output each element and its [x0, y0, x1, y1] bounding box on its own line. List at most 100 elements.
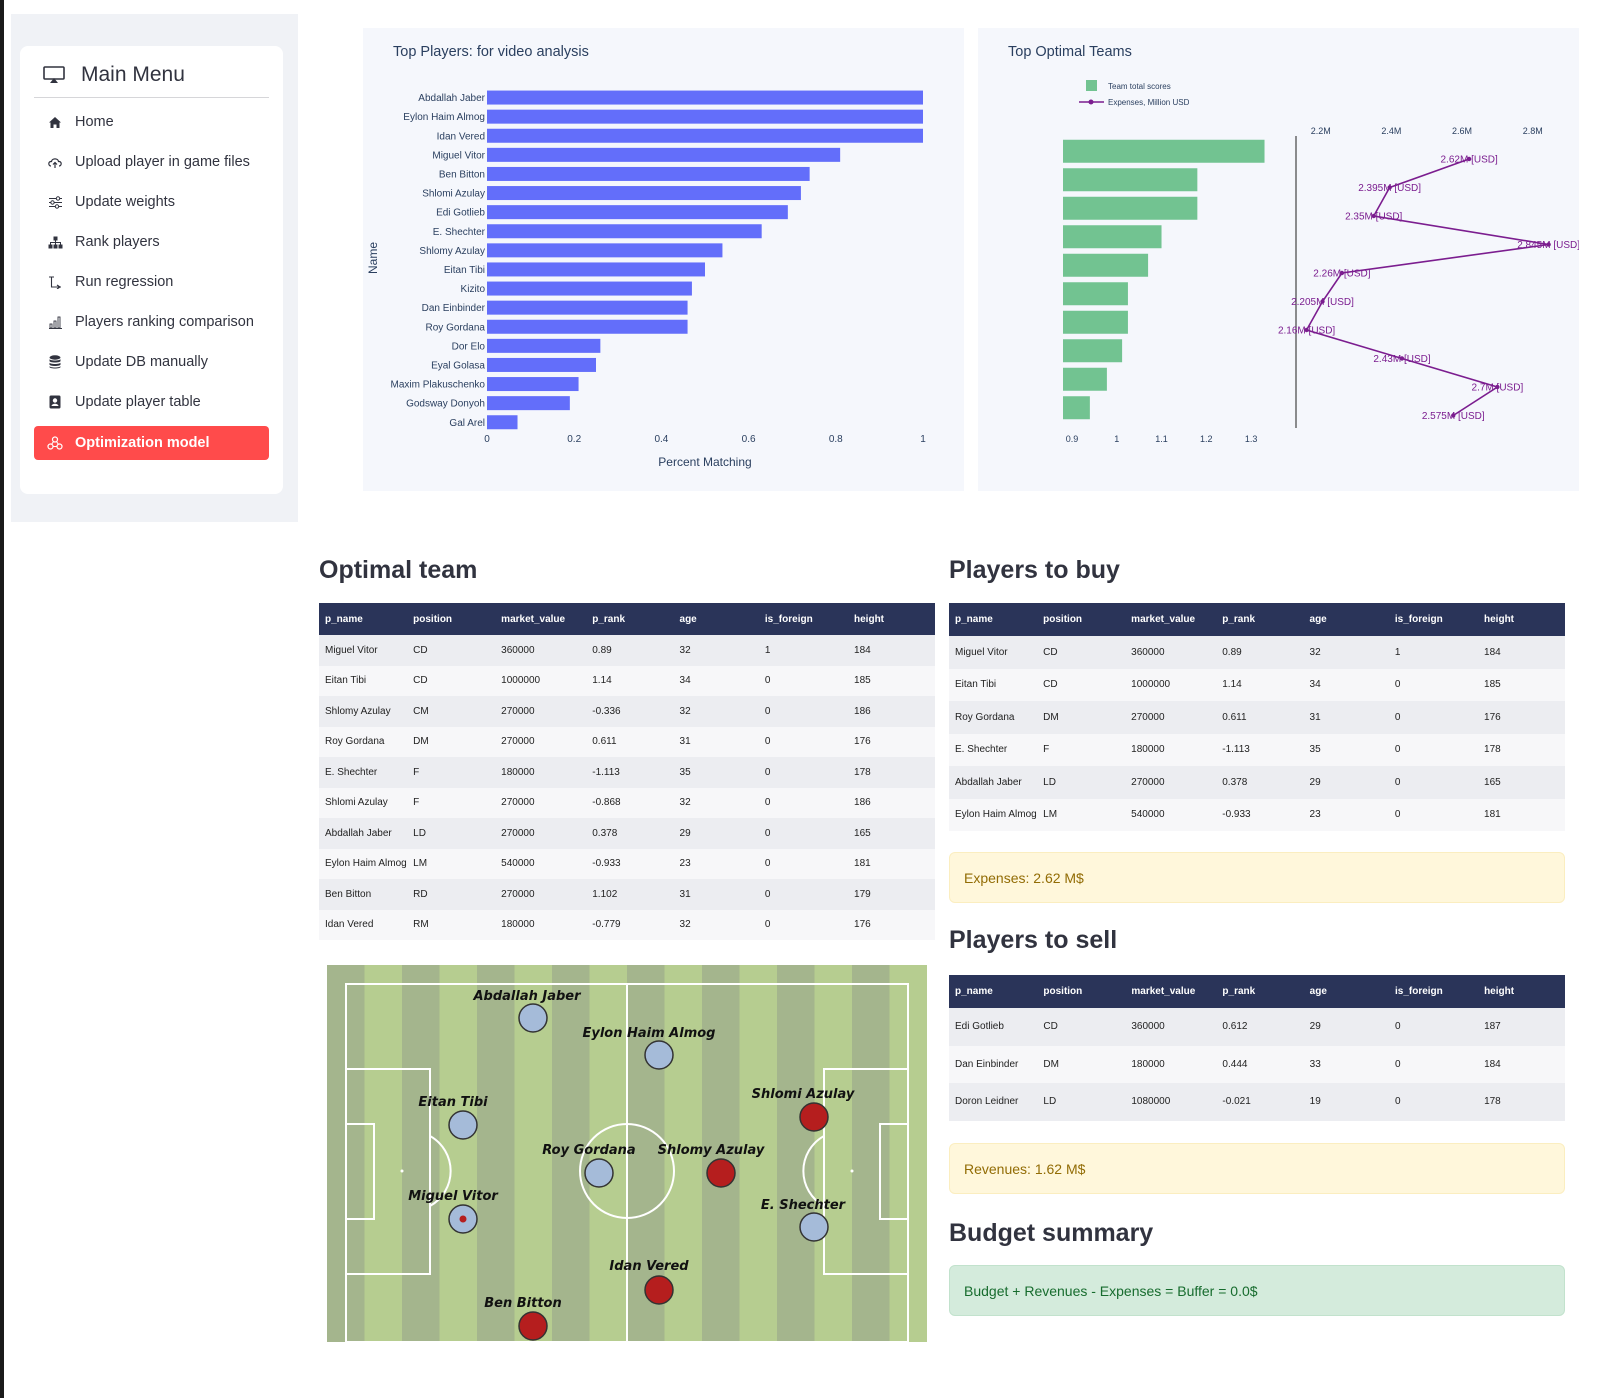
column-header[interactable]: height — [1478, 975, 1565, 1008]
team-score-bar[interactable] — [1063, 196, 1198, 220]
table-cell: Roy Gordana — [949, 701, 1038, 734]
column-header[interactable]: position — [1037, 975, 1126, 1008]
column-header[interactable]: p_name — [949, 975, 1038, 1008]
menu-item-run-regression[interactable]: Run regression — [34, 265, 269, 299]
bar[interactable] — [487, 338, 601, 353]
column-header[interactable]: position — [407, 603, 496, 635]
table-cell: 181 — [848, 848, 935, 879]
bar[interactable] — [487, 415, 518, 430]
menu-item-upload-player[interactable]: Upload player in game files — [34, 145, 269, 179]
bar[interactable] — [487, 396, 570, 411]
column-header[interactable]: is_foreign — [1388, 975, 1479, 1008]
player-marker[interactable] — [518, 1311, 548, 1341]
column-header[interactable]: market_value — [1125, 603, 1217, 636]
column-header[interactable]: p_rank — [586, 603, 674, 635]
table-cell: LD — [407, 818, 496, 849]
player-marker[interactable] — [644, 1040, 674, 1070]
team-score-bar[interactable] — [1063, 282, 1128, 306]
player-marker[interactable] — [799, 1212, 829, 1242]
bar[interactable] — [487, 147, 841, 162]
bar[interactable] — [487, 300, 688, 315]
column-header[interactable]: height — [1478, 603, 1565, 636]
bar[interactable] — [487, 109, 923, 124]
menu-item-update-weights[interactable]: Update weights — [34, 185, 269, 219]
column-header[interactable]: is_foreign — [758, 603, 849, 635]
bar[interactable] — [487, 128, 923, 143]
player-marker[interactable] — [706, 1158, 736, 1188]
player-marker[interactable] — [584, 1158, 614, 1188]
table-row: Ben Bitton RD 270000 1.102 31 0 179 — [319, 879, 935, 910]
table-row: E. Shechter F 180000 -1.113 35 0 178 — [949, 733, 1565, 766]
column-header[interactable]: height — [848, 603, 935, 635]
table-cell: 1 — [1388, 636, 1479, 669]
column-header[interactable]: age — [1303, 603, 1389, 636]
bar[interactable] — [487, 90, 923, 105]
expense-label: 2.35M [USD] — [1345, 212, 1402, 223]
column-header[interactable]: p_name — [319, 603, 408, 635]
menu-item-label: Update player table — [75, 394, 201, 410]
team-score-bar[interactable] — [1063, 139, 1265, 163]
player-marker[interactable] — [518, 1003, 548, 1033]
display-icon — [43, 66, 65, 83]
team-score-bar[interactable] — [1063, 396, 1090, 420]
player-name-label: Roy Gordana — [542, 1143, 635, 1158]
player-marker[interactable] — [448, 1110, 478, 1140]
bar[interactable] — [487, 262, 705, 277]
table-cell: 180000 — [1125, 733, 1217, 766]
y-tick-label: Kizito — [461, 284, 486, 295]
table-cell: 179 — [848, 879, 935, 910]
menu-item-ranking-comparison[interactable]: Players ranking comparison — [34, 305, 269, 339]
table-cell: 178 — [1478, 733, 1565, 766]
table-cell: 0.611 — [586, 726, 674, 757]
player-marker[interactable] — [644, 1275, 674, 1305]
y-tick-label: Eitan Tibi — [444, 265, 485, 276]
bar[interactable] — [487, 224, 762, 239]
bar[interactable] — [487, 357, 596, 372]
menu-item-rank-players[interactable]: Rank players — [34, 225, 269, 259]
table-row: Miguel Vitor CD 360000 0.89 32 1 184 — [319, 635, 935, 666]
table-cell: 23 — [1303, 798, 1389, 831]
team-score-bar[interactable] — [1063, 310, 1128, 334]
bar[interactable] — [487, 377, 579, 392]
player-marker[interactable] — [799, 1102, 829, 1132]
bar[interactable] — [487, 281, 692, 296]
table-cell: 184 — [1478, 636, 1565, 669]
menu-item-label: Update DB manually — [75, 354, 208, 370]
bar[interactable] — [487, 166, 810, 181]
column-header[interactable]: position — [1037, 603, 1126, 636]
table-cell: CD — [407, 635, 496, 666]
team-score-bar[interactable] — [1063, 168, 1198, 192]
table-cell: 0 — [1388, 1008, 1479, 1046]
pitch-stripe — [777, 965, 815, 1342]
team-score-bar[interactable] — [1063, 225, 1162, 249]
menu-item-home[interactable]: Home — [34, 105, 269, 139]
menu-item-update-player-table[interactable]: Update player table — [34, 385, 269, 419]
column-header[interactable]: p_rank — [1216, 603, 1304, 636]
column-header[interactable]: market_value — [495, 603, 587, 635]
column-header[interactable]: is_foreign — [1388, 603, 1479, 636]
expenses-line — [1305, 158, 1549, 417]
team-score-bar[interactable] — [1063, 339, 1123, 363]
team-score-bar[interactable] — [1063, 367, 1107, 391]
column-header[interactable]: age — [673, 603, 759, 635]
table-cell: CM — [407, 696, 496, 727]
y-axis-label: Name — [366, 242, 380, 274]
column-header[interactable]: p_rank — [1216, 975, 1304, 1008]
table-cell: 270000 — [495, 787, 587, 818]
table-row: Edi Gotlieb CD 360000 0.612 29 0 187 — [949, 1008, 1565, 1046]
menu-item-update-db[interactable]: Update DB manually — [34, 345, 269, 379]
column-header[interactable]: p_name — [949, 603, 1038, 636]
table-cell: 0 — [758, 848, 849, 879]
table-cell: 185 — [848, 665, 935, 696]
column-header[interactable]: age — [1303, 975, 1389, 1008]
bar[interactable] — [487, 243, 723, 258]
top-players-chart: Abdallah Jaber Eylon Haim Almog Idan Vered… — [366, 90, 926, 469]
regression-icon — [47, 274, 63, 290]
column-header[interactable]: market_value — [1125, 975, 1217, 1008]
table-cell: Idan Vered — [319, 909, 408, 940]
bar[interactable] — [487, 205, 788, 220]
bar[interactable] — [487, 319, 688, 334]
bar[interactable] — [487, 186, 801, 201]
team-score-bar[interactable] — [1063, 253, 1149, 277]
menu-item-optimization-model[interactable]: Optimization model — [34, 426, 269, 460]
